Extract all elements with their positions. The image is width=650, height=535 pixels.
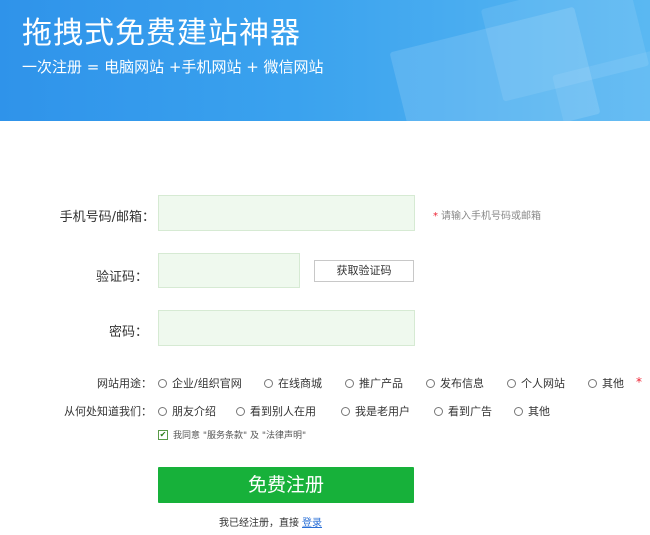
source-option-label: 我是老用户 [355, 405, 410, 418]
radio-circle [507, 378, 516, 388]
phone-email-hint-text: 请输入手机号码或邮箱 [441, 211, 541, 222]
radio-circle [264, 378, 273, 388]
login-link[interactable]: 登录 [302, 518, 322, 529]
radio-circle [434, 406, 443, 416]
source-option-ad[interactable]: 看到广告 [434, 403, 492, 419]
agreement-text: 我同意 "服务条款" 及 "法律声明" [173, 431, 307, 441]
radio-circle [514, 406, 523, 416]
get-code-button[interactable]: 获取验证码 [314, 260, 414, 282]
phone-email-hint: * 请输入手机号码或邮箱 [433, 207, 541, 222]
agreement-checkbox[interactable]: ✔ [158, 429, 168, 440]
radio-circle [588, 378, 597, 388]
source-option-old-user[interactable]: 我是老用户 [341, 403, 410, 419]
source-label: 从何处知道我们： [64, 405, 152, 418]
usage-required-star: * [636, 375, 642, 389]
usage-option-enterprise[interactable]: 企业/组织官网 [158, 375, 242, 391]
source-option-label: 其他 [528, 405, 550, 418]
radio-circle [236, 406, 245, 416]
verification-code-label: 验证码： [95, 270, 148, 285]
usage-option-label: 推广产品 [359, 377, 403, 390]
login-prompt-text: 我已经注册，直接 [219, 518, 299, 529]
check-icon: ✔ [159, 429, 167, 439]
source-option-other[interactable]: 其他 [514, 403, 550, 419]
radio-circle [341, 406, 350, 416]
usage-option-mall[interactable]: 在线商城 [264, 375, 322, 391]
banner-subtitle: 一次注册 = 电脑网站 +手机网站 + 微信网站 [22, 58, 324, 76]
usage-option-personal[interactable]: 个人网站 [507, 375, 565, 391]
header-banner: 拖拽式免费建站神器 一次注册 = 电脑网站 +手机网站 + 微信网站 [0, 0, 650, 121]
source-option-saw-others[interactable]: 看到别人在用 [236, 403, 316, 419]
usage-label: 网站用途： [97, 377, 152, 390]
login-prompt: 我已经注册，直接 登录 [219, 514, 322, 529]
radio-circle [426, 378, 435, 388]
register-button[interactable]: 免费注册 [158, 467, 414, 503]
usage-option-other[interactable]: 其他 [588, 375, 624, 391]
verification-code-input[interactable] [158, 253, 300, 288]
radio-circle [158, 378, 167, 388]
agreement-row: ✔ 我同意 "服务条款" 及 "法律声明" [158, 428, 306, 441]
banner-title: 拖拽式免费建站神器 [22, 16, 301, 51]
usage-option-label: 在线商城 [278, 377, 322, 390]
usage-option-label: 发布信息 [440, 377, 484, 390]
radio-circle [345, 378, 354, 388]
source-option-label: 看到广告 [448, 405, 492, 418]
phone-email-input[interactable] [158, 195, 415, 231]
radio-circle [158, 406, 167, 416]
required-star: * [433, 211, 438, 222]
usage-option-label: 个人网站 [521, 377, 565, 390]
usage-option-publish[interactable]: 发布信息 [426, 375, 484, 391]
source-option-friend[interactable]: 朋友介绍 [158, 403, 216, 419]
password-input[interactable] [158, 310, 415, 346]
usage-option-label: 企业/组织官网 [172, 377, 242, 390]
password-label: 密码： [108, 325, 148, 340]
phone-email-label: 手机号码/邮箱： [59, 210, 155, 225]
usage-option-promote[interactable]: 推广产品 [345, 375, 403, 391]
source-option-label: 看到别人在用 [250, 405, 316, 418]
source-option-label: 朋友介绍 [172, 405, 216, 418]
usage-option-label: 其他 [602, 377, 624, 390]
